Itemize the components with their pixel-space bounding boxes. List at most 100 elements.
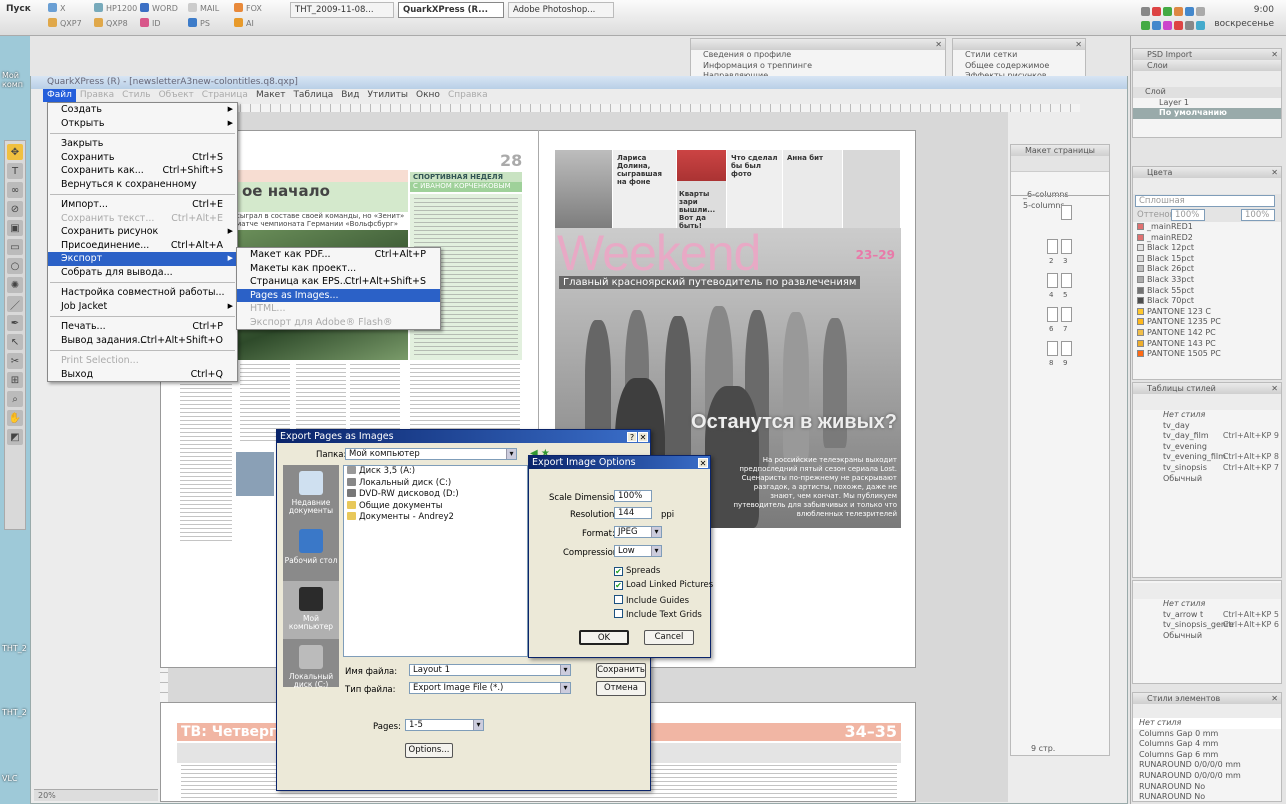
- panel-row[interactable]: Общее содержимое: [953, 61, 1085, 72]
- text-tool-icon[interactable]: T: [7, 163, 23, 179]
- style-item[interactable]: tv_day: [1133, 421, 1281, 432]
- pages-field[interactable]: 1-5: [405, 719, 484, 731]
- resolution-field[interactable]: 144: [614, 507, 652, 519]
- place-local-disk[interactable]: Локальный диск (C:): [283, 639, 339, 697]
- desktop-icon-label[interactable]: ТНТ_2: [2, 708, 27, 717]
- link-tool-icon[interactable]: ∞: [7, 182, 23, 198]
- file-menu-item[interactable]: Вывод задания... Ctrl+Alt+Shift+O: [48, 334, 237, 348]
- tray-icon[interactable]: [1163, 21, 1172, 30]
- page-thumb[interactable]: [1047, 307, 1058, 322]
- tray-icon[interactable]: [1174, 7, 1183, 16]
- cancel-button[interactable]: Отмена: [596, 681, 646, 696]
- desktop-icon-label[interactable]: Мой комп: [2, 71, 30, 89]
- page-thumb[interactable]: [1061, 205, 1072, 220]
- menu-object[interactable]: Объект: [155, 89, 198, 102]
- tray-icon[interactable]: [1196, 21, 1205, 30]
- color-item[interactable]: PANTONE 142 PC: [1133, 328, 1281, 339]
- item-style[interactable]: RUNAROUND No: [1133, 792, 1281, 803]
- filename-field[interactable]: Layout 1: [409, 664, 571, 676]
- tray-icon[interactable]: [1196, 7, 1205, 16]
- layer-item[interactable]: Layer 1: [1133, 98, 1281, 109]
- item-style[interactable]: Columns Gap 4 mm: [1133, 739, 1281, 750]
- export-menu-item[interactable]: Макет как PDF... Ctrl+Alt+P: [237, 248, 440, 262]
- file-menu-item[interactable]: Собрать для вывода...: [48, 266, 237, 280]
- color-item[interactable]: PANTONE 143 PC: [1133, 339, 1281, 350]
- file-menu-item[interactable]: Сохранить Ctrl+S: [48, 151, 237, 165]
- menu-window[interactable]: Окно: [412, 89, 444, 102]
- file-menu-item[interactable]: Job Jacket ▶: [48, 300, 237, 314]
- page-thumb[interactable]: [1047, 273, 1058, 288]
- page-thumb[interactable]: [1061, 307, 1072, 322]
- item-style[interactable]: Columns Gap 0 mm: [1133, 729, 1281, 740]
- place-desktop[interactable]: Рабочий стол: [283, 523, 339, 581]
- horizontal-ruler[interactable]: [160, 104, 1080, 112]
- place-recent[interactable]: Недавние документы: [283, 465, 339, 523]
- tray-icon[interactable]: [1141, 7, 1150, 16]
- format-dropdown[interactable]: JPEG: [614, 526, 662, 538]
- tray-icon[interactable]: [1152, 7, 1161, 16]
- close-icon[interactable]: ✕: [1271, 693, 1278, 704]
- desktop-icon-label[interactable]: VLC: [2, 774, 18, 783]
- page-thumb[interactable]: [1061, 239, 1072, 254]
- file-item[interactable]: Документы - Andrey2: [344, 512, 527, 524]
- close-icon[interactable]: ✕: [935, 39, 942, 50]
- menu-view[interactable]: Вид: [337, 89, 363, 102]
- menu-file[interactable]: Файл: [43, 89, 76, 102]
- panel-row[interactable]: Сведения о профиле: [691, 50, 945, 61]
- close-icon[interactable]: ✕: [698, 458, 708, 468]
- scale-field[interactable]: 100%: [614, 490, 652, 502]
- layer-item[interactable]: По умолчанию: [1133, 108, 1281, 119]
- oval-tool-icon[interactable]: ○: [7, 258, 23, 274]
- page-thumb[interactable]: [1047, 239, 1058, 254]
- style-item[interactable]: Обычный: [1133, 474, 1281, 485]
- include-text-grids-checkbox[interactable]: Include Text Grids: [614, 609, 702, 620]
- panel-titlebar[interactable]: Стили элементов ✕: [1133, 693, 1281, 704]
- export-menu-item[interactable]: Pages as Images...: [237, 288, 440, 302]
- file-list[interactable]: Диск 3,5 (A:) Локальный диск (C:) DVD-RW…: [343, 465, 528, 657]
- file-menu-item[interactable]: Выход Ctrl+Q: [48, 368, 237, 382]
- export-menu-item[interactable]: HTML...: [237, 302, 440, 316]
- pen-tool-icon[interactable]: ✒: [7, 315, 23, 331]
- menu-edit[interactable]: Правка: [76, 89, 118, 102]
- close-icon[interactable]: ✕: [638, 432, 648, 442]
- quick-launch-hp1200[interactable]: HP1200: [94, 3, 137, 15]
- style-item[interactable]: tv_sinopsis_genre Ctrl+Alt+KP 6: [1133, 620, 1281, 631]
- panel-titlebar[interactable]: Слои: [1133, 60, 1281, 71]
- style-item[interactable]: tv_arrow t Ctrl+Alt+KP 5: [1133, 610, 1281, 621]
- panel-titlebar[interactable]: Таблицы стилей ✕: [1133, 383, 1281, 394]
- scissors-icon[interactable]: ✂: [7, 353, 23, 369]
- export-menu-item[interactable]: Страница как EPS... Ctrl+Alt+Shift+S: [237, 275, 440, 289]
- style-item[interactable]: Обычный: [1133, 631, 1281, 642]
- pan-tool-icon[interactable]: ✋: [7, 410, 23, 426]
- place-my-computer[interactable]: Мой компьютер: [283, 581, 339, 639]
- menu-page[interactable]: Страница: [198, 89, 252, 102]
- mask-tool-icon[interactable]: ◩: [7, 429, 23, 445]
- file-menu-item[interactable]: Экспорт ▶: [48, 252, 237, 266]
- style-item[interactable]: Нет стиля: [1133, 599, 1281, 610]
- file-menu-item[interactable]: Print Selection...: [48, 354, 237, 368]
- page-thumbnails[interactable]: 2 3 4 5 6 7 8 9: [1047, 201, 1073, 735]
- line-tool-icon[interactable]: ／: [7, 296, 23, 312]
- quick-launch-ai[interactable]: AI: [234, 18, 254, 30]
- unlink-tool-icon[interactable]: ⊘: [7, 201, 23, 217]
- file-menu-item[interactable]: Сохранить рисунок ▶: [48, 225, 237, 239]
- panel-titlebar[interactable]: Цвета ✕: [1133, 167, 1281, 178]
- color-item[interactable]: Black 70pct: [1133, 296, 1281, 307]
- file-menu-item[interactable]: Создать ▶: [48, 103, 237, 117]
- color-item[interactable]: _mainRED1: [1133, 222, 1281, 233]
- menu-help[interactable]: Справка: [444, 89, 492, 102]
- file-menu-item[interactable]: Присоединение... Ctrl+Alt+A: [48, 239, 237, 253]
- panel-titlebar[interactable]: Макет страницы: [1011, 145, 1109, 156]
- picture-tool-icon[interactable]: ▣: [7, 220, 23, 236]
- compression-dropdown[interactable]: Low: [614, 545, 662, 557]
- quick-launch-qxp8[interactable]: QXP8: [94, 18, 128, 30]
- panel-titlebar[interactable]: PSD Import ✕: [1133, 49, 1281, 60]
- opacity-field[interactable]: 100%: [1241, 209, 1275, 221]
- ok-button[interactable]: OK: [579, 630, 629, 645]
- zoom-field[interactable]: 20%: [34, 789, 158, 801]
- file-item[interactable]: Локальный диск (C:): [344, 477, 527, 490]
- panel-row[interactable]: Информация о треппинге: [691, 61, 945, 72]
- folder-dropdown[interactable]: Мой компьютер: [345, 448, 517, 460]
- page-thumb[interactable]: [1061, 273, 1072, 288]
- tray-icon[interactable]: [1141, 21, 1150, 30]
